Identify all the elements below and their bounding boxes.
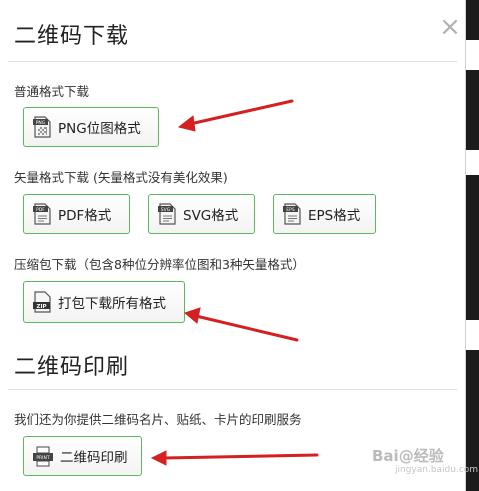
print-button-label: 二维码印刷 xyxy=(60,450,128,466)
qr-download-dialog: 二维码下载 × 普通格式下载 PNG PNG位图格式 矢量格式下载 (矢量格式没… xyxy=(0,0,466,491)
eps-download-label: EPS格式 xyxy=(308,208,361,224)
svg-file-icon: SVG xyxy=(158,203,176,225)
print-button[interactable]: PRINT 二维码印刷 xyxy=(23,436,142,476)
background-page xyxy=(465,0,479,491)
vector-download-label: 矢量格式下载 (矢量格式没有美化效果) xyxy=(14,170,228,185)
zip-file-icon: ZIP xyxy=(33,291,51,313)
zip-download-label: 压缩包下载（包含8种位分辨率位图和3种矢量格式） xyxy=(14,257,305,272)
eps-download-button[interactable]: EPS EPS格式 xyxy=(273,194,376,234)
background-block xyxy=(465,320,479,350)
dialog-title: 二维码下载 xyxy=(14,24,130,49)
pdf-file-icon: PDF xyxy=(33,203,51,225)
background-block xyxy=(465,150,479,175)
watermark-subtext: jingyan.baidu.com xyxy=(395,465,479,475)
zip-download-button[interactable]: ZIP 打包下载所有格式 xyxy=(23,281,185,323)
png-download-label: PNG位图格式 xyxy=(58,121,141,137)
normal-download-label: 普通格式下载 xyxy=(14,84,90,99)
close-icon[interactable]: × xyxy=(437,14,463,40)
print-service-label: 我们还为你提供二维码名片、贴纸、卡片的印刷服务 xyxy=(14,412,302,427)
svg-download-button[interactable]: SVG SVG格式 xyxy=(148,194,255,234)
png-file-icon: PNG xyxy=(33,116,51,138)
eps-file-icon: EPS xyxy=(283,203,301,225)
pdf-download-button[interactable]: PDF PDF格式 xyxy=(23,194,130,234)
svg-text:PDF: PDF xyxy=(36,207,45,213)
svg-text:ZIP: ZIP xyxy=(36,304,46,310)
svg-text:EPS: EPS xyxy=(286,207,295,213)
print-section-heading: 二维码印刷 xyxy=(14,355,130,380)
print-divider xyxy=(8,389,457,390)
watermark-text: Bai@经验 xyxy=(372,447,444,465)
svg-download-label: SVG格式 xyxy=(183,208,239,224)
png-download-button[interactable]: PNG PNG位图格式 xyxy=(23,107,159,147)
svg-text:SVG: SVG xyxy=(161,207,171,213)
zip-download-label-text: 打包下载所有格式 xyxy=(58,296,166,312)
title-divider xyxy=(8,61,457,62)
printer-icon: PRINT xyxy=(33,446,53,467)
svg-text:PRINT: PRINT xyxy=(36,455,50,461)
background-block xyxy=(465,40,479,70)
svg-text:PNG: PNG xyxy=(36,120,46,126)
pdf-download-label: PDF格式 xyxy=(58,208,112,224)
